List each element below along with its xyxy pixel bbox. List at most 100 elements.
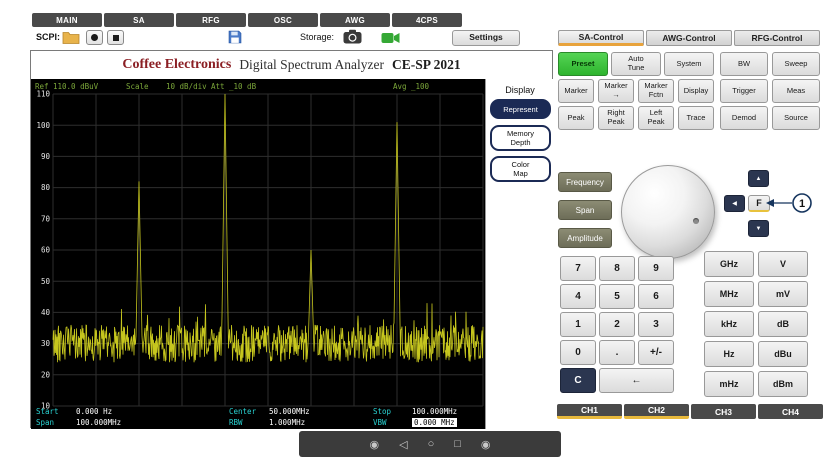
att-label: Att bbox=[211, 82, 225, 91]
key-5[interactable]: 5 bbox=[599, 284, 635, 309]
stop-button[interactable] bbox=[107, 30, 124, 45]
span-button[interactable]: Span bbox=[558, 200, 612, 220]
bw-button[interactable]: BW bbox=[720, 52, 768, 76]
tab-rfg[interactable]: RFG bbox=[176, 13, 246, 27]
meas-button[interactable]: Meas bbox=[772, 79, 820, 103]
record-button[interactable] bbox=[86, 30, 103, 45]
system-button[interactable]: System bbox=[664, 52, 714, 76]
trigger-button[interactable]: Trigger bbox=[720, 79, 768, 103]
tab-sa[interactable]: SA bbox=[104, 13, 174, 27]
tab-ch2[interactable]: CH2 bbox=[624, 404, 689, 419]
open-file-icon[interactable] bbox=[62, 31, 80, 49]
control-knob[interactable] bbox=[621, 165, 715, 259]
key-4[interactable]: 4 bbox=[560, 284, 596, 309]
key-2[interactable]: 2 bbox=[599, 312, 635, 337]
marker-fctn-button[interactable]: Marker Fctn bbox=[638, 79, 674, 103]
unit-mhz-button[interactable]: MHz bbox=[704, 281, 754, 307]
tab-awg-control[interactable]: AWG-Control bbox=[646, 30, 732, 46]
memory-depth-button[interactable]: Memory Depth bbox=[490, 125, 551, 151]
nav-back-icon[interactable]: ◁ bbox=[399, 438, 407, 451]
unit-dbm-button[interactable]: dBm bbox=[758, 371, 808, 397]
tab-awg[interactable]: AWG bbox=[320, 13, 390, 27]
marker-to-button[interactable]: Marker → bbox=[598, 79, 634, 103]
vbw-value[interactable]: 0.000 MHz bbox=[412, 418, 457, 427]
tab-ch4[interactable]: CH4 bbox=[758, 404, 823, 419]
auto-tune-button[interactable]: Auto Tune bbox=[611, 52, 661, 76]
tab-rfg-control[interactable]: RFG-Control bbox=[734, 30, 820, 46]
analyzer-header: Coffee Electronics Digital Spectrum Anal… bbox=[31, 51, 552, 79]
display-panel: Display Represent Memory Depth Color Map bbox=[485, 79, 554, 429]
rbw-label: RBW bbox=[229, 418, 243, 427]
key-1[interactable]: 1 bbox=[560, 312, 596, 337]
unit-mhz-milli-button[interactable]: mHz bbox=[704, 371, 754, 397]
rbw-value: 1.000MHz bbox=[269, 418, 305, 427]
arrow-left-button[interactable]: ◀ bbox=[724, 195, 745, 212]
att-value[interactable]: _10 dB bbox=[229, 82, 256, 91]
unit-ghz-button[interactable]: GHz bbox=[704, 251, 754, 277]
source-button[interactable]: Source bbox=[772, 106, 820, 130]
svg-text:40: 40 bbox=[41, 308, 51, 317]
callout-1: 1 bbox=[764, 191, 826, 215]
key-6[interactable]: 6 bbox=[638, 284, 674, 309]
unit-mv-button[interactable]: mV bbox=[758, 281, 808, 307]
knob-indicator-dot bbox=[693, 218, 699, 224]
tab-sa-control[interactable]: SA-Control bbox=[558, 30, 644, 46]
nav-circle-left-icon[interactable]: ◉ bbox=[370, 438, 380, 451]
unit-hz-button[interactable]: Hz bbox=[704, 341, 754, 367]
unit-khz-button[interactable]: kHz bbox=[704, 311, 754, 337]
unit-dbu-button[interactable]: dBu bbox=[758, 341, 808, 367]
nav-home-icon[interactable]: ○ bbox=[428, 438, 435, 450]
key-0[interactable]: 0 bbox=[560, 340, 596, 365]
key-backspace[interactable]: ← bbox=[599, 368, 674, 393]
tab-ch1[interactable]: CH1 bbox=[557, 404, 622, 419]
tab-osc[interactable]: OSC bbox=[248, 13, 318, 27]
display-softkey-button[interactable]: Display bbox=[678, 79, 714, 103]
callout-number: 1 bbox=[799, 198, 805, 210]
android-nav-bar: ◉ ◁ ○ □ ◉ bbox=[299, 431, 561, 457]
tab-main[interactable]: MAIN bbox=[32, 13, 102, 27]
svg-text:90: 90 bbox=[41, 152, 51, 161]
key-9[interactable]: 9 bbox=[638, 256, 674, 281]
svg-text:70: 70 bbox=[41, 214, 51, 223]
preset-button[interactable]: Preset bbox=[558, 52, 608, 76]
save-icon[interactable] bbox=[228, 30, 242, 49]
key-8[interactable]: 8 bbox=[599, 256, 635, 281]
key-plus-minus[interactable]: +/- bbox=[638, 340, 674, 365]
center-label: Center bbox=[229, 407, 256, 416]
key-3[interactable]: 3 bbox=[638, 312, 674, 337]
sweep-button[interactable]: Sweep bbox=[772, 52, 820, 76]
demod-button[interactable]: Demod bbox=[720, 106, 768, 130]
record-video-icon[interactable] bbox=[381, 31, 400, 49]
unit-v-button[interactable]: V bbox=[758, 251, 808, 277]
key-7[interactable]: 7 bbox=[560, 256, 596, 281]
frequency-button[interactable]: Frequency bbox=[558, 172, 612, 192]
avg-value[interactable]: _100 bbox=[411, 82, 429, 91]
amplitude-button[interactable]: Amplitude bbox=[558, 228, 612, 248]
arrow-up-button[interactable]: ▲ bbox=[748, 170, 769, 187]
ref-value: 110.0 dBuV bbox=[53, 82, 98, 91]
trace-button[interactable]: Trace bbox=[678, 106, 714, 130]
stop-value: 100.000MHz bbox=[412, 407, 457, 416]
tab-4cps[interactable]: 4CPS bbox=[392, 13, 462, 27]
nav-circle-right-icon[interactable]: ◉ bbox=[481, 438, 491, 451]
screenshot-camera-icon[interactable] bbox=[343, 29, 362, 49]
left-peak-button[interactable]: Left Peak bbox=[638, 106, 674, 130]
unit-db-button[interactable]: dB bbox=[758, 311, 808, 337]
right-peak-button[interactable]: Right Peak bbox=[598, 106, 634, 130]
analyzer-title: Digital Spectrum Analyzer bbox=[239, 57, 384, 73]
svg-text:30: 30 bbox=[41, 339, 51, 348]
represent-button[interactable]: Represent bbox=[490, 99, 551, 119]
ref-label: Ref bbox=[35, 82, 49, 91]
tab-ch3[interactable]: CH3 bbox=[691, 404, 756, 419]
peak-button[interactable]: Peak bbox=[558, 106, 594, 130]
nav-recents-icon[interactable]: □ bbox=[454, 438, 461, 450]
spectrum-display: 110100908070605040302010 Ref 110.0 dBuV … bbox=[31, 79, 485, 429]
svg-text:60: 60 bbox=[41, 246, 51, 255]
settings-button[interactable]: Settings bbox=[452, 30, 520, 46]
stop-icon bbox=[113, 35, 119, 41]
marker-button[interactable]: Marker bbox=[558, 79, 594, 103]
key-clear[interactable]: C bbox=[560, 368, 596, 393]
color-map-button[interactable]: Color Map bbox=[490, 156, 551, 182]
key-decimal[interactable]: . bbox=[599, 340, 635, 365]
arrow-down-button[interactable]: ▼ bbox=[748, 220, 769, 237]
